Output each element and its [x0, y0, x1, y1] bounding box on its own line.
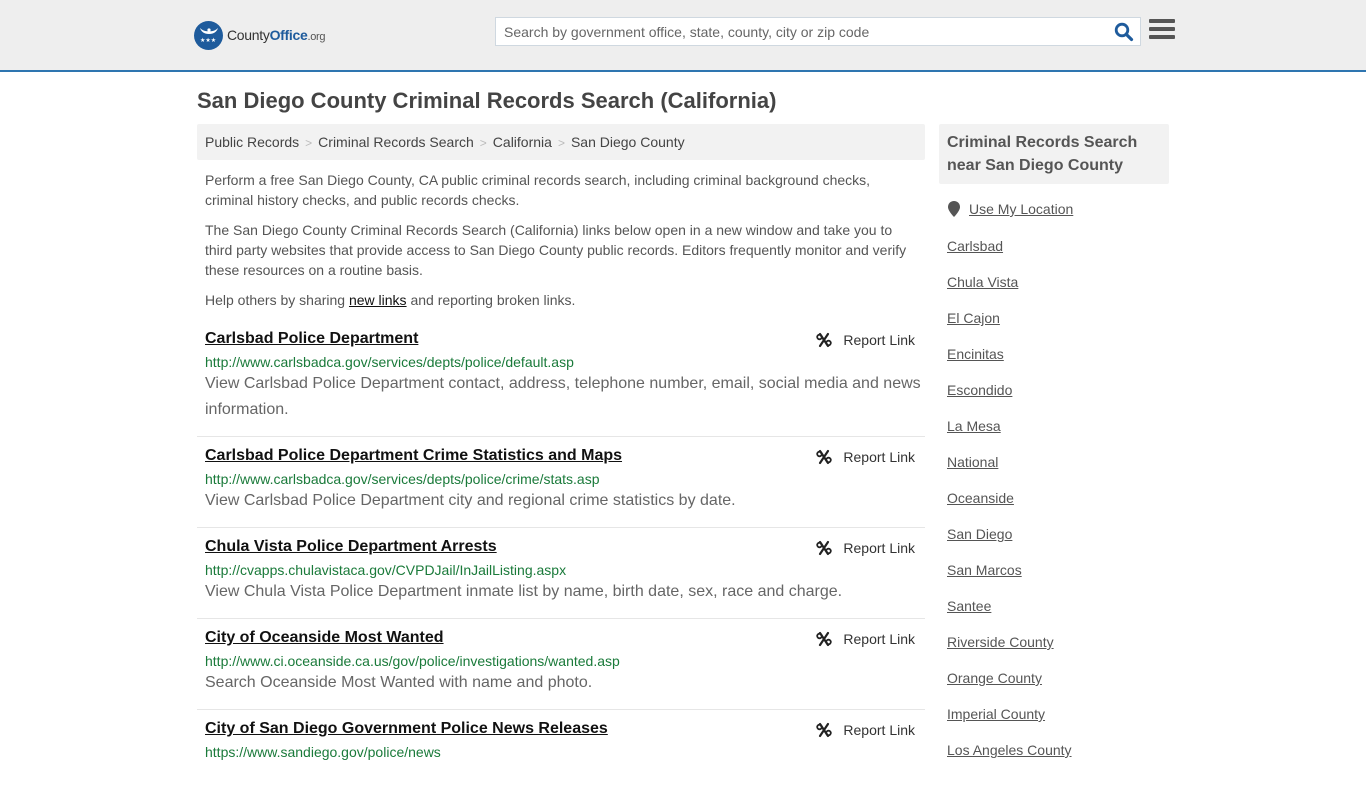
result-description: Search Oceanside Most Wanted with name a…: [205, 674, 593, 691]
nearby-link-el-cajon[interactable]: El Cajon: [947, 310, 1000, 326]
nearby-link-orange-county[interactable]: Orange County: [947, 670, 1042, 686]
result-item: City of Oceanside Most Wanted http://www…: [197, 623, 925, 710]
report-link-label: Report Link: [843, 540, 915, 556]
result-title-link[interactable]: Carlsbad Police Department: [205, 330, 418, 348]
result-description: View Carlsbad Police Department city and…: [205, 492, 736, 509]
site-header: ★★★ CountyOffice.org: [0, 0, 1366, 72]
broken-link-icon: [816, 722, 833, 738]
svg-text:★★★: ★★★: [200, 37, 216, 44]
result-url-link[interactable]: http://cvapps.chulavistaca.gov/CVPDJail/…: [205, 562, 925, 578]
intro-paragraph-3: Help others by sharing new links and rep…: [205, 290, 920, 310]
result-title-link[interactable]: City of Oceanside Most Wanted: [205, 629, 444, 647]
search-form: [495, 17, 1141, 46]
result-url-link[interactable]: http://www.carlsbadca.gov/services/depts…: [205, 471, 925, 487]
sidebar-heading: Criminal Records Search near San Diego C…: [939, 124, 1169, 184]
list-item: San Marcos: [947, 561, 1072, 597]
result-item: City of San Diego Government Police News…: [197, 714, 925, 801]
nearby-link-carlsbad[interactable]: Carlsbad: [947, 238, 1003, 254]
list-item: National: [947, 453, 1072, 489]
list-item: Santee: [947, 597, 1072, 633]
nearby-link-chula-vista[interactable]: Chula Vista: [947, 274, 1018, 290]
report-link-button[interactable]: Report Link: [816, 449, 915, 465]
report-link-label: Report Link: [843, 449, 915, 465]
intro-paragraph-1: Perform a free San Diego County, CA publ…: [205, 172, 871, 208]
report-link-label: Report Link: [843, 722, 915, 738]
page-title: San Diego County Criminal Records Search…: [197, 88, 777, 113]
result-title-link[interactable]: Chula Vista Police Department Arrests: [205, 538, 497, 556]
breadcrumb-separator-icon: >: [479, 136, 487, 150]
intro-text: Help others by sharing: [205, 292, 349, 308]
report-link-label: Report Link: [843, 332, 915, 348]
breadcrumb-public-records[interactable]: Public Records: [205, 134, 299, 150]
broken-link-icon: [816, 332, 833, 348]
logo-text: CountyOffice.org: [227, 27, 326, 43]
nearby-link-san-marcos[interactable]: San Marcos: [947, 562, 1022, 578]
use-my-location: Use My Location: [948, 201, 1073, 217]
result-url-link[interactable]: http://www.ci.oceanside.ca.us/gov/police…: [205, 653, 925, 669]
nearby-link-escondido[interactable]: Escondido: [947, 382, 1012, 398]
nearby-link-oceanside[interactable]: Oceanside: [947, 490, 1014, 506]
nearby-link-los-angeles-county[interactable]: Los Angeles County: [947, 742, 1072, 758]
report-link-label: Report Link: [843, 631, 915, 647]
result-title-link[interactable]: Carlsbad Police Department Crime Statist…: [205, 447, 622, 465]
list-item: Escondido: [947, 381, 1072, 417]
broken-link-icon: [816, 449, 833, 465]
list-item: El Cajon: [947, 309, 1072, 345]
nearby-link-encinitas[interactable]: Encinitas: [947, 346, 1004, 362]
nearby-link-riverside-county[interactable]: Riverside County: [947, 634, 1054, 650]
result-item: Chula Vista Police Department Arrests ht…: [197, 532, 925, 619]
list-item: Orange County: [947, 669, 1072, 705]
report-link-button[interactable]: Report Link: [816, 332, 915, 348]
eagle-stars-icon: ★★★: [194, 20, 223, 50]
broken-link-icon: [816, 540, 833, 556]
list-item: Riverside County: [947, 633, 1072, 669]
list-item: Los Angeles County: [947, 741, 1072, 777]
result-item: Carlsbad Police Department Crime Statist…: [197, 441, 925, 528]
result-url-link[interactable]: https://www.sandiego.gov/police/news: [205, 744, 925, 760]
site-logo[interactable]: ★★★ CountyOffice.org: [194, 20, 326, 50]
nearby-link-imperial-county[interactable]: Imperial County: [947, 706, 1045, 722]
result-description: View Chula Vista Police Department inmat…: [205, 583, 843, 600]
search-icon: [1114, 22, 1134, 42]
breadcrumb-san-diego-county[interactable]: San Diego County: [571, 134, 685, 150]
breadcrumb-separator-icon: >: [305, 136, 313, 150]
report-link-button[interactable]: Report Link: [816, 631, 915, 647]
intro-paragraph-2: The San Diego County Criminal Records Se…: [205, 222, 907, 278]
result-title-link[interactable]: City of San Diego Government Police News…: [205, 720, 608, 738]
map-pin-icon: [948, 201, 960, 217]
breadcrumb: Public Records > Criminal Records Search > C…: [197, 124, 925, 160]
breadcrumb-criminal-records-search[interactable]: Criminal Records Search: [318, 134, 474, 150]
breadcrumb-california[interactable]: California: [493, 134, 552, 150]
list-item: Carlsbad: [947, 237, 1072, 273]
nearby-link-santee[interactable]: Santee: [947, 598, 991, 614]
nearby-links-list: Carlsbad Chula Vista El Cajon Encinitas …: [947, 237, 1072, 777]
list-item: Oceanside: [947, 489, 1072, 525]
result-url-link[interactable]: http://www.carlsbadca.gov/services/depts…: [205, 354, 925, 370]
list-item: Chula Vista: [947, 273, 1072, 309]
breadcrumb-separator-icon: >: [557, 136, 565, 150]
use-my-location-link[interactable]: Use My Location: [969, 201, 1073, 217]
search-button[interactable]: [1114, 22, 1134, 42]
nearby-link-la-mesa[interactable]: La Mesa: [947, 418, 1001, 434]
list-item: Encinitas: [947, 345, 1072, 381]
nearby-link-san-diego[interactable]: San Diego: [947, 526, 1012, 542]
result-description: View Carlsbad Police Department contact,…: [205, 375, 921, 418]
hamburger-menu-icon[interactable]: [1149, 19, 1175, 41]
new-links-link[interactable]: new links: [349, 292, 407, 308]
list-item: La Mesa: [947, 417, 1072, 453]
result-item: Carlsbad Police Department http://www.ca…: [197, 324, 925, 437]
list-item: San Diego: [947, 525, 1072, 561]
intro-text: and reporting broken links.: [406, 292, 576, 308]
report-link-button[interactable]: Report Link: [816, 540, 915, 556]
report-link-button[interactable]: Report Link: [816, 722, 915, 738]
list-item: Imperial County: [947, 705, 1072, 741]
nearby-link-national[interactable]: National: [947, 454, 998, 470]
search-input[interactable]: [496, 18, 1106, 45]
broken-link-icon: [816, 631, 833, 647]
